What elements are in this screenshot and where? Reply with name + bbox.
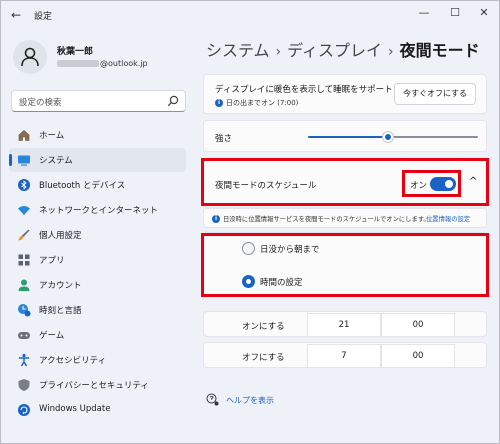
breadcrumb-separator: › bbox=[388, 44, 394, 60]
turn-off-now-button[interactable]: 今すぐオフにする bbox=[394, 83, 476, 105]
search-placeholder: 設定の検索 bbox=[19, 98, 62, 108]
help-icon bbox=[206, 393, 219, 406]
breadcrumb-display[interactable]: ディスプレイ bbox=[287, 41, 382, 60]
info-icon: i bbox=[215, 99, 223, 107]
avatar[interactable] bbox=[13, 40, 47, 74]
turn-off-label: オフにする bbox=[242, 353, 285, 363]
sidebar-item-label: ネットワークとインターネット bbox=[39, 206, 159, 216]
breadcrumb: システム › ディスプレイ › 夜間モード bbox=[206, 37, 480, 61]
turn-on-hour[interactable]: 21 bbox=[307, 313, 381, 337]
sidebar-item-label: アカウント bbox=[39, 281, 82, 291]
highlight-options bbox=[201, 233, 489, 297]
strength-slider-track[interactable] bbox=[389, 136, 478, 138]
turn-on-label: オンにする bbox=[242, 322, 285, 332]
location-settings-link[interactable]: 位置情報の設定 bbox=[426, 214, 470, 223]
sidebar-item-label: 個人用設定 bbox=[39, 231, 82, 241]
search-input[interactable]: 設定の検索 bbox=[11, 90, 186, 112]
active-indicator bbox=[9, 154, 12, 166]
close-icon[interactable]: ✕ bbox=[473, 5, 495, 23]
status-text: ディスプレイに暖色を表示して睡眠をサポート bbox=[215, 85, 393, 95]
night-light-status-card: ディスプレイに暖色を表示して睡眠をサポート i 日の出までオン (7:00) 今す… bbox=[203, 74, 487, 114]
turn-off-time-row: オフにする 7 00 bbox=[203, 342, 487, 368]
sidebar-item-gaming[interactable]: ゲーム bbox=[9, 323, 186, 347]
strength-slider-fill bbox=[308, 136, 390, 138]
sidebar-item-network[interactable]: ネットワークとインターネット bbox=[9, 198, 186, 222]
sidebar-item-label: Windows Update bbox=[39, 404, 111, 414]
page-title: 夜間モード bbox=[399, 41, 480, 60]
sidebar-item-apps[interactable]: アプリ bbox=[9, 248, 186, 272]
windows-update-icon bbox=[18, 404, 30, 416]
sidebar-item-windows-update[interactable]: Windows Update bbox=[9, 398, 186, 422]
time-language-icon bbox=[18, 304, 31, 317]
location-note-row: i 日没時に位置情報サービスを夜間モードのスケジュールでオンにします。 位置情報の… bbox=[203, 208, 487, 228]
turn-off-hour[interactable]: 7 bbox=[307, 344, 381, 368]
account-icon bbox=[18, 279, 30, 291]
info-icon: i bbox=[212, 215, 220, 223]
search-icon bbox=[167, 95, 179, 107]
app-title: 設定 bbox=[34, 12, 53, 22]
sidebar-item-time-language[interactable]: 時刻と言語 bbox=[9, 298, 186, 322]
back-arrow-icon[interactable]: ← bbox=[11, 8, 21, 22]
status-subtext-row: i 日の出までオン (7:00) bbox=[215, 98, 298, 108]
breadcrumb-separator: › bbox=[275, 44, 282, 60]
sidebar-item-personalization[interactable]: 個人用設定 bbox=[9, 223, 186, 247]
gaming-icon bbox=[18, 332, 30, 339]
location-note: i 日没時に位置情報サービスを夜間モードのスケジュールでオンにします。 bbox=[212, 214, 430, 223]
sidebar-item-label: ゲーム bbox=[39, 331, 65, 341]
user-name: 秋葉一郎 bbox=[57, 47, 94, 57]
sidebar-item-label: プライバシーとセキュリティ bbox=[39, 381, 149, 391]
accessibility-icon bbox=[19, 353, 29, 367]
highlight-toggle bbox=[402, 170, 461, 197]
turn-on-time-row: オンにする 21 00 bbox=[203, 311, 487, 337]
location-note-text: 日没時に位置情報サービスを夜間モードのスケジュールでオンにします。 bbox=[223, 216, 430, 223]
sidebar-item-accessibility[interactable]: アクセシビリティ bbox=[9, 348, 186, 372]
system-icon bbox=[18, 155, 30, 166]
person-icon bbox=[21, 47, 39, 67]
sidebar-item-bluetooth[interactable]: Bluetooth とデバイス bbox=[9, 173, 186, 197]
email-redaction bbox=[57, 60, 99, 67]
apps-icon bbox=[18, 254, 30, 266]
sidebar-item-privacy[interactable]: プライバシーとセキュリティ bbox=[9, 373, 186, 397]
sidebar-item-system[interactable]: システム bbox=[9, 148, 186, 172]
sidebar-item-home[interactable]: ホーム bbox=[9, 123, 186, 147]
email-domain: @outlook.jp bbox=[100, 59, 148, 68]
sidebar-item-label: アクセシビリティ bbox=[39, 356, 107, 366]
sidebar-item-label: アプリ bbox=[39, 256, 65, 266]
sidebar-item-label: Bluetooth とデバイス bbox=[39, 181, 126, 191]
strength-label: 強さ bbox=[215, 134, 233, 144]
bluetooth-icon bbox=[18, 179, 30, 191]
maximize-icon[interactable]: ☐ bbox=[444, 5, 466, 23]
sidebar-item-accounts[interactable]: アカウント bbox=[9, 273, 186, 297]
title-bar: ← 設定 — ☐ ✕ bbox=[1, 1, 499, 29]
status-subtext: 日の出までオン (7:00) bbox=[226, 99, 299, 107]
turn-on-minute[interactable]: 00 bbox=[381, 313, 455, 337]
settings-window: ← 設定 — ☐ ✕ 秋葉一郎 @outlook.jp 設定の検索 ホーム シス… bbox=[0, 0, 500, 444]
shield-icon bbox=[18, 379, 30, 391]
wifi-icon bbox=[18, 206, 30, 215]
strength-slider-thumb[interactable] bbox=[382, 132, 393, 142]
home-icon bbox=[18, 130, 30, 141]
breadcrumb-system[interactable]: システム bbox=[206, 41, 270, 60]
brush-icon bbox=[18, 229, 30, 241]
strength-card: 強さ bbox=[203, 120, 487, 152]
get-help-link[interactable]: ヘルプを表示 bbox=[226, 395, 274, 406]
turn-off-minute[interactable]: 00 bbox=[381, 344, 455, 368]
sidebar-item-label: 時刻と言語 bbox=[39, 306, 82, 316]
minimize-icon[interactable]: — bbox=[413, 5, 435, 23]
sidebar-item-label: ホーム bbox=[39, 131, 65, 141]
user-email: @outlook.jp bbox=[57, 59, 148, 68]
sidebar-item-label: システム bbox=[39, 156, 73, 166]
